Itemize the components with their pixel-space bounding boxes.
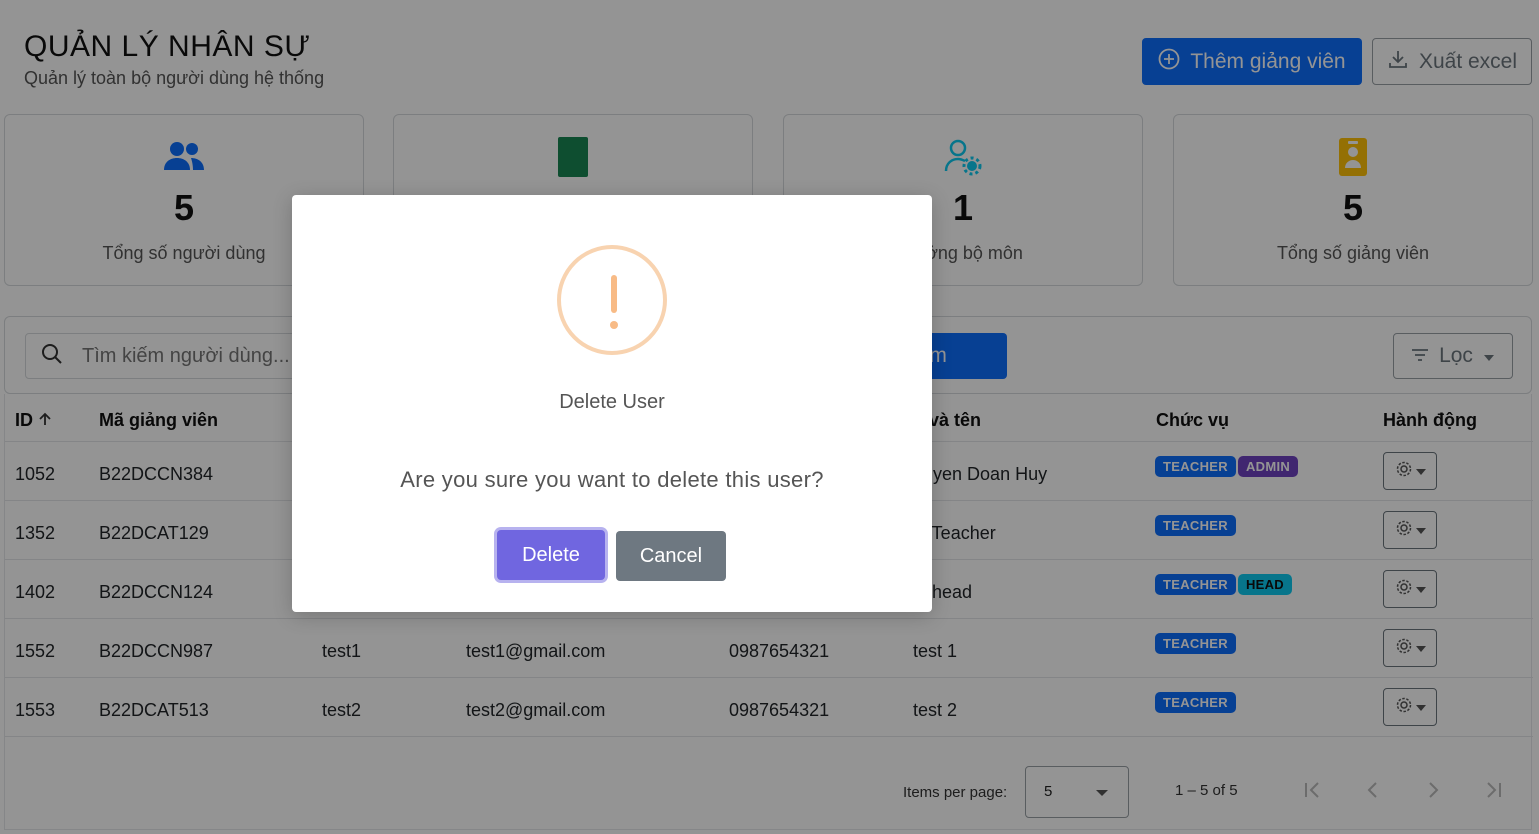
dialog-title: Delete User	[559, 391, 665, 413]
warning-icon-dot	[610, 321, 618, 329]
dialog-message: Are you sure you want to delete this use…	[400, 467, 824, 492]
cancel-button[interactable]: Cancel	[616, 531, 726, 581]
confirm-delete-button[interactable]: Delete	[497, 530, 605, 580]
warning-icon	[557, 245, 667, 355]
delete-user-dialog: Delete User Are you sure you want to del…	[292, 195, 932, 612]
warning-icon-bar	[611, 275, 617, 313]
